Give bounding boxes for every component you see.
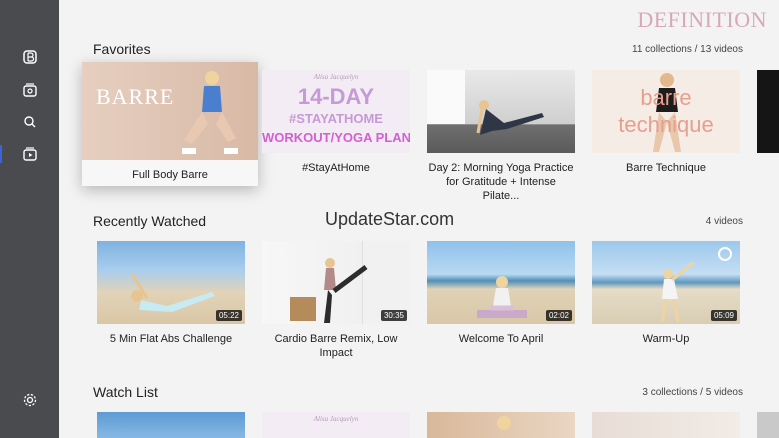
thumbnail: [97, 412, 245, 438]
card-title: Full Body Barre: [132, 169, 208, 181]
duration-badge: 05:22: [215, 310, 242, 321]
section-count: 11 collections / 13 videos: [632, 44, 743, 55]
thumbnail-overlay-text: 14-DAY: [297, 84, 375, 109]
brand-logo: DEFINITION: [637, 7, 767, 32]
card-title: Day 2: Morning Yoga Practice for Gratitu…: [428, 162, 574, 202]
section-count: 4 videos: [705, 216, 743, 227]
duration-badge: 05:09: [710, 310, 737, 321]
card-title: Barre Technique: [626, 162, 706, 174]
thumbnail: barre technique: [592, 70, 740, 153]
settings-icon[interactable]: [20, 390, 40, 410]
favorite-card[interactable]: Alisa Jacquelyn 14-DAY #STAYATHOME WORKO…: [262, 70, 410, 175]
thumbnail-overlay-text: barre: [640, 85, 692, 110]
thumbnail: 02:02: [427, 241, 575, 324]
barre-figure: [182, 71, 238, 154]
thumbnail: [592, 412, 740, 438]
yoga-figure: [477, 276, 527, 318]
watermark-text: UpdateStar.com: [325, 209, 455, 229]
section-title: Favorites: [93, 41, 151, 57]
thumbnail-overlay-text: Alisa Jacquelyn: [313, 415, 359, 423]
card-title: Cardio Barre Remix, Low Impact: [274, 333, 398, 359]
search-icon[interactable]: [20, 112, 40, 132]
section-title: Watch List: [93, 384, 158, 400]
favorite-card[interactable]: barre technique Barre Technique: [592, 70, 740, 175]
thumbnail-overlay-text: Alisa Jacquelyn: [313, 73, 359, 81]
card-title: #StayAtHome: [302, 162, 370, 174]
thumbnail: Alisa Jacquelyn: [262, 412, 410, 438]
thumbnail-overlay-text: BARRE: [96, 84, 175, 109]
logo-icon: [718, 247, 732, 261]
watchlist-section: Watch List 3 collections / 5 videos: [93, 384, 743, 404]
thumbnail-overlay-text: #STAYATHOME: [289, 111, 383, 126]
warmup-figure: [660, 260, 695, 323]
duration-badge: 30:35: [380, 310, 407, 321]
barre-figure: [290, 258, 368, 323]
recent-card[interactable]: 05:22 5 Min Flat Abs Challenge: [97, 241, 245, 346]
watchlist-card[interactable]: [427, 412, 575, 438]
thumbnail: Alisa Jacquelyn 14-DAY #STAYATHOME WORKO…: [262, 70, 410, 153]
watchlist-card-partial[interactable]: [757, 412, 779, 438]
watchlist-card[interactable]: [97, 412, 245, 438]
active-indicator: [0, 145, 2, 163]
watchlist-card[interactable]: Alisa Jacquelyn: [262, 412, 410, 438]
card-title: Welcome To April: [458, 333, 544, 345]
thumbnail-overlay-text: WORKOUT/YOGA PLAN: [262, 130, 410, 145]
thumbnail: 05:09: [592, 241, 740, 324]
logo-icon[interactable]: [20, 47, 40, 67]
exercise-figure: [130, 273, 215, 312]
sidebar: [0, 0, 59, 438]
section-count: 3 collections / 5 videos: [642, 387, 743, 398]
card-title: Warm-Up: [642, 333, 690, 345]
thumbnail: [427, 70, 575, 153]
thumbnail: 05:22: [97, 241, 245, 324]
duration-badge: 02:02: [545, 310, 572, 321]
recent-card[interactable]: 30:35 Cardio Barre Remix, Low Impact: [262, 241, 410, 360]
playlist-icon[interactable]: [20, 144, 40, 164]
favorite-card-partial[interactable]: [757, 70, 779, 153]
card-title: 5 Min Flat Abs Challenge: [109, 333, 233, 345]
library-icon[interactable]: [20, 80, 40, 100]
yoga-figure: [476, 100, 544, 135]
section-title: Recently Watched: [93, 213, 207, 229]
thumbnail: [427, 412, 575, 438]
favorite-card[interactable]: Day 2: Morning Yoga Practice for Gratitu…: [427, 70, 575, 203]
thumbnail: BARRE: [82, 62, 258, 160]
thumbnail: 30:35: [262, 241, 410, 324]
thumbnail-overlay-text: technique: [618, 112, 714, 137]
recent-card[interactable]: 02:02 Welcome To April: [427, 241, 575, 346]
favorite-card-focused[interactable]: BARRE Full Body Barre: [82, 62, 258, 186]
recent-card[interactable]: 05:09 Warm-Up: [592, 241, 740, 346]
thumbnail-figure: [497, 416, 511, 430]
watchlist-card[interactable]: [592, 412, 740, 438]
